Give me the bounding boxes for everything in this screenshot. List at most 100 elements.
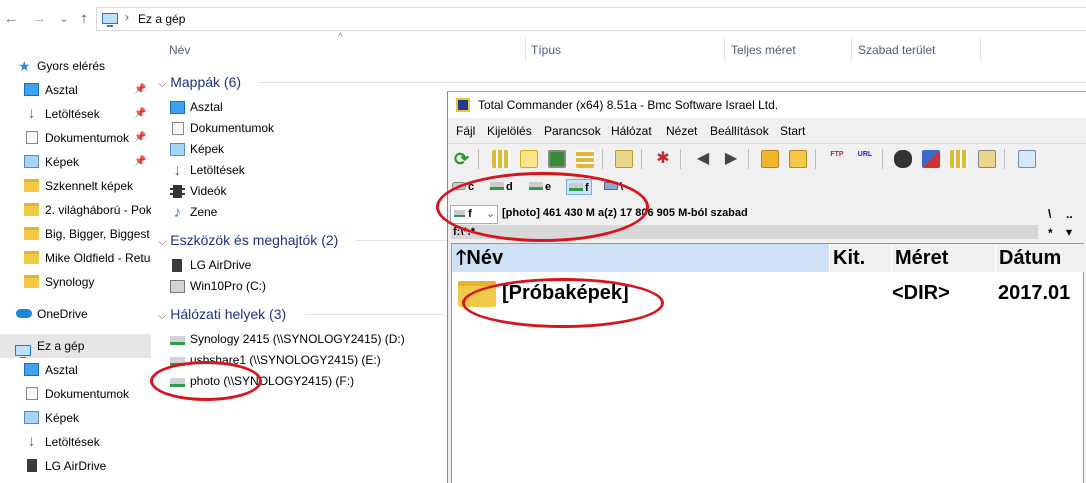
sidebar-item-label: Asztal [45, 363, 78, 377]
sidebar-item-pictures[interactable]: Képek [0, 406, 151, 430]
sidebar-item-downloads[interactable]: ↓ Letöltések 📌 [0, 102, 151, 126]
column-date-header[interactable]: Dátum [996, 244, 1085, 272]
tree-icon[interactable] [576, 150, 594, 168]
pictures-icon [170, 143, 185, 156]
history-button[interactable]: * [1048, 226, 1053, 240]
root-button[interactable]: \ [1048, 207, 1051, 221]
thumbnails-icon[interactable] [548, 150, 566, 168]
sidebar-item-downloads[interactable]: ↓ Letöltések [0, 430, 151, 454]
sidebar-item-label: Ez a gép [37, 339, 85, 353]
forward-button[interactable]: → [31, 10, 47, 28]
folder-icon [24, 251, 39, 264]
sidebar-item-folder[interactable]: 2. világháború - Pok [0, 198, 151, 222]
unpack-icon[interactable] [789, 150, 807, 168]
notepad-icon[interactable] [1018, 150, 1036, 168]
up-button[interactable]: ↑ [76, 10, 92, 28]
multi-rename-icon[interactable] [922, 150, 940, 168]
group-network-header[interactable]: ⌵ Hálózati helyek (3) [158, 304, 286, 324]
sidebar-item-this-pc[interactable]: Ez a gép [0, 334, 151, 358]
parent-dir-button[interactable]: .. [1066, 207, 1073, 221]
group-title: Mappák (6) [170, 74, 242, 90]
column-free-space[interactable]: Szabad terület [858, 38, 935, 62]
column-name-header[interactable]: 🡑Név [452, 244, 830, 272]
forward-arrow-icon[interactable]: ▶ [722, 150, 740, 168]
invert-selection-icon[interactable] [615, 150, 633, 168]
toolbar-separator [641, 149, 642, 169]
column-divider[interactable] [980, 38, 981, 62]
video-icon [170, 185, 185, 198]
folder-icon [24, 203, 39, 216]
sidebar-item-folder[interactable]: Szkennelt képek [0, 174, 151, 198]
sidebar-item-label: Letöltések [45, 107, 100, 121]
download-arrow-icon: ↓ [27, 433, 36, 450]
sidebar-item-pictures[interactable]: Képek 📌 [0, 150, 151, 174]
sidebar-item-folder[interactable]: Mike Oldfield - Retu [0, 246, 151, 270]
item-label: Asztal [190, 100, 223, 114]
back-button[interactable]: ← [3, 10, 19, 28]
group-folders-header[interactable]: ⌵ Mappák (6) [158, 72, 241, 92]
menu-item-commands[interactable]: Parancsok [544, 120, 601, 142]
column-name[interactable]: Név [169, 38, 190, 62]
tree-view-icon[interactable] [520, 150, 538, 168]
file-size: <DIR> [892, 282, 950, 304]
menu-item-view[interactable]: Nézet [666, 120, 697, 142]
toolbar-separator [815, 149, 816, 169]
sidebar-item-label: Gyors elérés [37, 59, 106, 73]
menu-item-mark[interactable]: Kijelölés [487, 120, 532, 142]
column-divider[interactable] [851, 38, 852, 62]
sync-dirs-icon[interactable] [950, 150, 968, 168]
sidebar-item-label: Mike Oldfield - Retu [45, 251, 151, 265]
column-size-header[interactable]: Méret [892, 244, 996, 272]
item-label: Képek [190, 142, 225, 156]
document-icon [26, 387, 38, 400]
url-icon[interactable]: URL [856, 150, 874, 168]
toolbar-separator [882, 149, 883, 169]
hotlist-button[interactable]: ▾ [1066, 225, 1072, 239]
sidebar-item-label: OneDrive [37, 307, 88, 321]
computer-icon [15, 345, 31, 358]
folder-icon [24, 179, 39, 192]
document-icon [26, 131, 38, 144]
pack-icon[interactable] [761, 150, 779, 168]
binoculars-icon[interactable] [894, 150, 912, 168]
ftp-icon[interactable]: FTP [828, 150, 846, 168]
sidebar-item-folder[interactable]: Big, Bigger, Biggest [0, 222, 151, 246]
recent-dropdown-button[interactable]: ⌄ [56, 10, 72, 28]
desktop-icon [24, 363, 39, 376]
star-icon: ★ [18, 58, 31, 74]
pin-icon: 📌 [134, 156, 147, 167]
menu-item-net[interactable]: Hálózat [611, 120, 652, 142]
copy-names-icon[interactable] [978, 150, 996, 168]
sidebar-item-desktop[interactable]: Asztal 📌 [0, 78, 151, 102]
column-type[interactable]: Típus [531, 38, 561, 62]
sidebar-item-lg-airdrive[interactable]: LG AirDrive [0, 454, 151, 478]
column-total-size[interactable]: Teljes méret [731, 38, 796, 62]
pin-icon: 📌 [134, 132, 147, 143]
menu-item-configuration[interactable]: Beállítások [710, 120, 769, 142]
group-divider [305, 314, 445, 315]
sidebar-item-documents[interactable]: Dokumentumok [0, 382, 151, 406]
back-arrow-icon[interactable]: ◀ [694, 150, 712, 168]
menu-item-file[interactable]: Fájl [456, 120, 475, 142]
pin-icon: 📌 [134, 108, 147, 119]
folder-icon [24, 275, 39, 288]
column-divider[interactable] [724, 38, 725, 62]
cloud-icon [16, 309, 32, 318]
select-icon[interactable]: ✱ [654, 150, 672, 168]
chevron-down-icon: ⌵ [158, 78, 167, 90]
address-bar-area: ← → ⌄ ↑ › Ez a gép [0, 0, 1086, 38]
sidebar-item-folder[interactable]: Synology [0, 270, 151, 294]
address-box[interactable]: › Ez a gép [96, 7, 1086, 31]
sidebar-item-onedrive[interactable]: OneDrive [0, 302, 151, 326]
sidebar-item-desktop[interactable]: Asztal [0, 358, 151, 382]
column-ext-header[interactable]: Kit. [830, 244, 892, 272]
sidebar-item-quick-access[interactable]: ★ Gyors elérés [0, 54, 151, 78]
column-divider[interactable] [525, 38, 526, 62]
sort-arrow-icon: 🡑 [456, 247, 467, 269]
menu-bar: Fájl Kijelölés Parancsok Hálózat Nézet B… [448, 120, 1086, 142]
brief-view-icon[interactable] [492, 150, 510, 168]
sidebar-item-documents[interactable]: Dokumentumok 📌 [0, 126, 151, 150]
group-devices-header[interactable]: ⌵ Eszközök és meghajtók (2) [158, 230, 338, 250]
refresh-icon[interactable]: ⟳ [454, 150, 472, 168]
menu-item-start[interactable]: Start [780, 120, 805, 142]
